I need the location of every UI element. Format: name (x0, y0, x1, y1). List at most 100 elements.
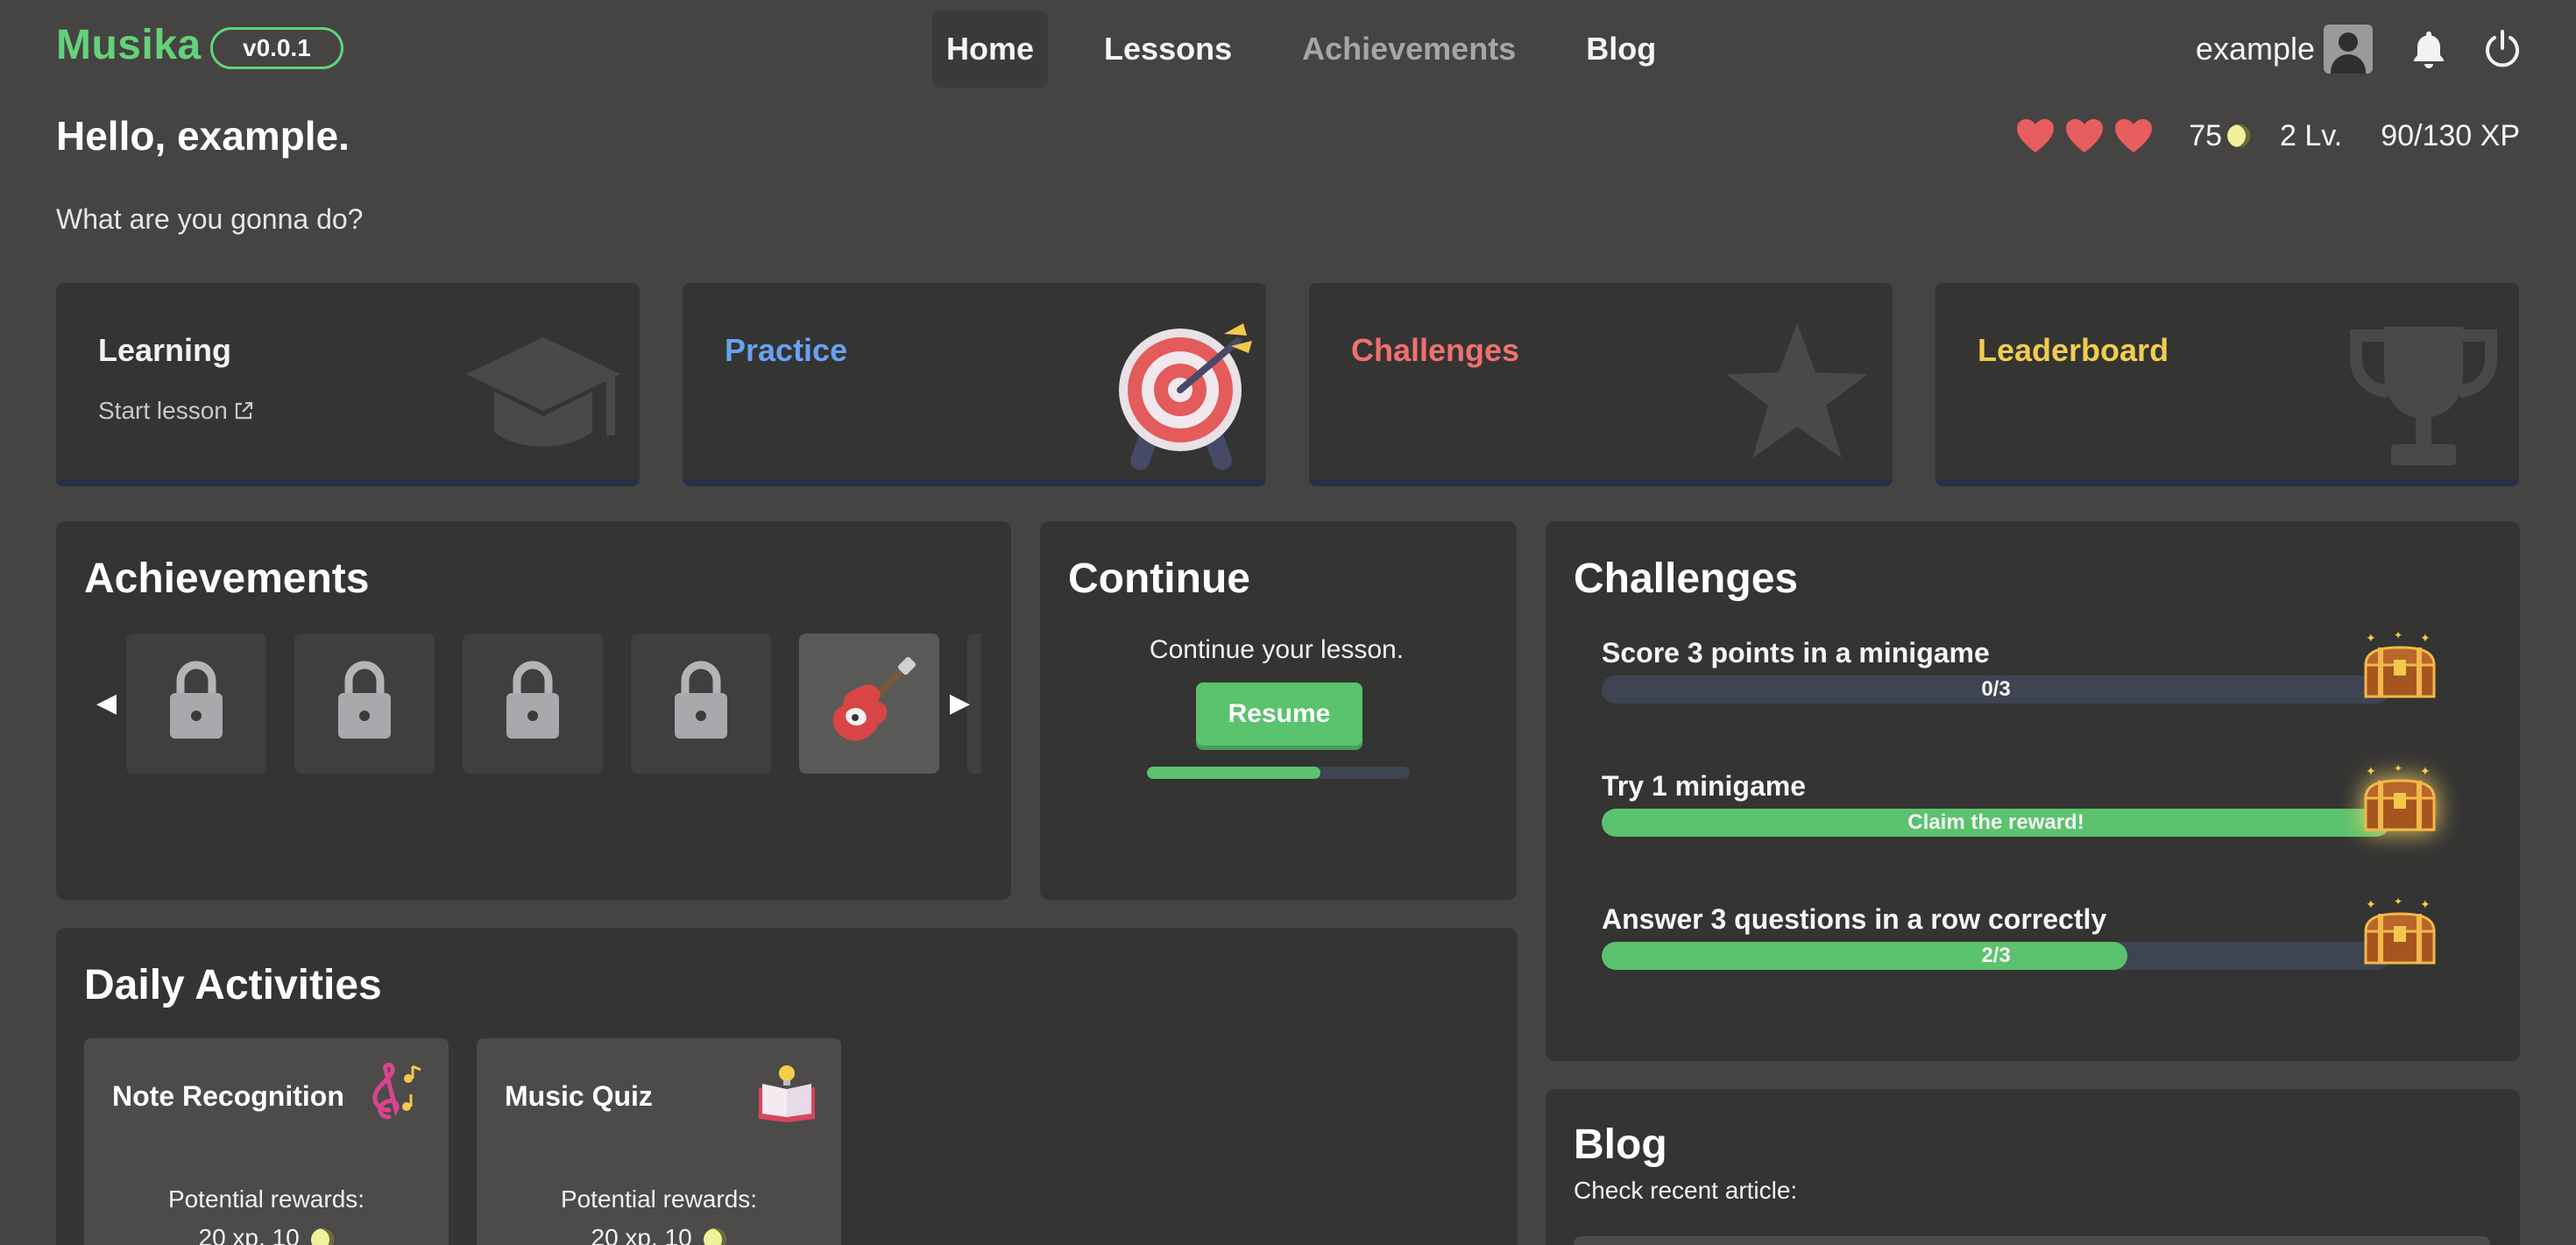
achievement-tile-unlocked[interactable] (799, 633, 939, 774)
username[interactable]: example (2196, 31, 2315, 67)
coin-icon (311, 1227, 335, 1245)
challenge-label: Answer 3 questions in a row correctly (1602, 903, 2107, 935)
activity-title: Note Recognition (112, 1080, 344, 1112)
lesson-progress-fill (1147, 767, 1320, 779)
card-title: Learning (98, 332, 232, 368)
power-icon[interactable] (2481, 28, 2523, 70)
activity-rewards-value: 20 xp, 10 (198, 1224, 300, 1245)
achievement-tile-locked[interactable] (294, 633, 435, 774)
target-icon (1119, 323, 1252, 470)
daily-activities-panel: Daily Activities Note Recognition Potent… (56, 928, 1518, 1245)
svg-text:✦: ✦ (2420, 632, 2431, 646)
panel-title: Challenges (1574, 555, 1799, 602)
challenge-label: Try 1 minigame (1602, 770, 1806, 802)
challenge-progress-text: 0/3 (1981, 677, 2011, 701)
treasure-chest-icon[interactable]: ✦ ✦ ✦ (2362, 630, 2438, 700)
activity-rewards-label: Potential rewards: (560, 1185, 758, 1213)
activity-card[interactable]: Music Quiz Potential rewards: 20 xp, 10 (477, 1038, 841, 1245)
continue-text: Continue your lesson. (1149, 635, 1405, 664)
treble-clef-icon (372, 1063, 421, 1120)
lock-icon (675, 661, 727, 739)
book-bulb-icon (759, 1065, 815, 1122)
nav-blog[interactable]: Blog (1572, 11, 1670, 88)
level-value: 2 Lv. (2280, 118, 2343, 152)
svg-text:✦: ✦ (2394, 630, 2403, 641)
achievements-prev-button[interactable]: ◀ (96, 688, 117, 718)
graduation-cap-icon (466, 337, 620, 447)
lock-icon (338, 661, 391, 739)
treasure-chest-icon[interactable]: ✦ ✦ ✦ (2362, 896, 2438, 966)
nav-home[interactable]: Home (932, 11, 1049, 88)
blog-article-card[interactable] (1574, 1236, 2490, 1245)
start-lesson-label: Start lesson (98, 397, 228, 424)
star-icon (1726, 323, 1868, 458)
svg-text:✦: ✦ (2366, 765, 2376, 779)
achievement-tile-locked[interactable] (631, 633, 771, 774)
lock-icon (506, 661, 559, 739)
challenge-progress-bar: 0/3 (1602, 676, 2390, 704)
nav-lessons[interactable]: Lessons (1090, 11, 1246, 88)
bell-icon[interactable] (2408, 28, 2450, 70)
activity-card[interactable]: Note Recognition Potential rewards: 20 x… (84, 1038, 449, 1245)
greeting-title: Hello, example. (56, 113, 350, 159)
avatar-icon[interactable] (2324, 25, 2373, 74)
heart-icon (2115, 119, 2153, 152)
top-navbar: Musika v0.0.1 Home Lessons Achievements … (0, 0, 2576, 98)
heart-icon (2066, 119, 2104, 152)
user-area: example (2196, 19, 2576, 79)
svg-text:✦: ✦ (2366, 632, 2376, 646)
continue-panel: Continue Continue your lesson. Resume (1040, 521, 1517, 900)
coins-value: 75 (2189, 118, 2223, 152)
svg-text:✦: ✦ (2394, 896, 2403, 908)
svg-text:✦: ✦ (2420, 765, 2431, 779)
treasure-chest-icon[interactable]: ✦ ✦ ✦ (2362, 763, 2438, 833)
activity-rewards-value: 20 xp, 10 (591, 1224, 692, 1245)
user-stats: 75 2 Lv. 90/130 XP (2015, 117, 2520, 154)
start-lesson-link[interactable]: Start lesson (98, 397, 254, 425)
achievements-panel: Achievements ◀ ▶ (56, 521, 1011, 900)
blog-subtitle: Check recent article: (1574, 1177, 1798, 1204)
guitar-icon (832, 656, 916, 741)
activity-rewards-label: Potential rewards: (167, 1185, 365, 1213)
card-title: Practice (725, 332, 848, 368)
challenge-row: Answer 3 questions in a row correctly 2/… (1602, 896, 2439, 970)
trophy-icon (2350, 327, 2497, 465)
brand-logo[interactable]: Musika (56, 21, 202, 69)
version-badge: v0.0.1 (210, 27, 343, 69)
main-nav: Home Lessons Achievements Blog (932, 11, 1712, 88)
challenges-card[interactable]: Challenges (1309, 283, 1893, 486)
card-title: Challenges (1351, 332, 1520, 368)
leaderboard-card[interactable]: Leaderboard (1936, 283, 2519, 486)
challenge-progress-bar: 2/3 (1602, 942, 2390, 970)
card-title: Leaderboard (1978, 332, 2169, 368)
svg-text:✦: ✦ (2366, 898, 2376, 912)
lock-icon (170, 661, 223, 739)
panel-title: Daily Activities (84, 962, 382, 1008)
blog-panel: Blog Check recent article: (1546, 1089, 2520, 1245)
claim-reward-button[interactable]: Claim the reward! (1602, 809, 2390, 837)
challenge-row: Try 1 minigame Claim the reward! ✦ ✦ ✦ (1602, 763, 2439, 837)
coin-icon (2227, 124, 2251, 147)
achievement-tile-locked[interactable] (463, 633, 603, 774)
svg-text:✦: ✦ (2394, 763, 2403, 775)
activity-title: Music Quiz (505, 1080, 653, 1112)
achievement-tile-locked[interactable] (126, 633, 266, 774)
achievements-next-button[interactable]: ▶ (950, 688, 970, 718)
learning-card[interactable]: Learning Start lesson (56, 283, 640, 486)
heart-icon (2017, 119, 2055, 152)
challenge-progress-text: 2/3 (1981, 944, 2011, 967)
coins-counter: 75 (2189, 118, 2251, 153)
panel-title: Continue (1068, 555, 1250, 602)
lesson-progress-bar (1147, 767, 1410, 779)
resume-button[interactable]: Resume (1196, 683, 1362, 746)
xp-value: 90/130 XP (2381, 118, 2520, 152)
challenge-progress-bar[interactable]: Claim the reward! (1602, 809, 2390, 837)
challenge-label: Score 3 points in a minigame (1602, 637, 1990, 668)
activity-rewards: 20 xp, 10 (477, 1224, 841, 1245)
nav-achievements[interactable]: Achievements (1288, 11, 1530, 88)
challenge-row: Score 3 points in a minigame 0/3 ✦ ✦ ✦ (1602, 630, 2439, 704)
coin-icon (704, 1227, 727, 1245)
practice-card[interactable]: Practice (683, 283, 1266, 486)
svg-text:✦: ✦ (2420, 898, 2431, 912)
activity-rewards: 20 xp, 10 (84, 1224, 449, 1245)
